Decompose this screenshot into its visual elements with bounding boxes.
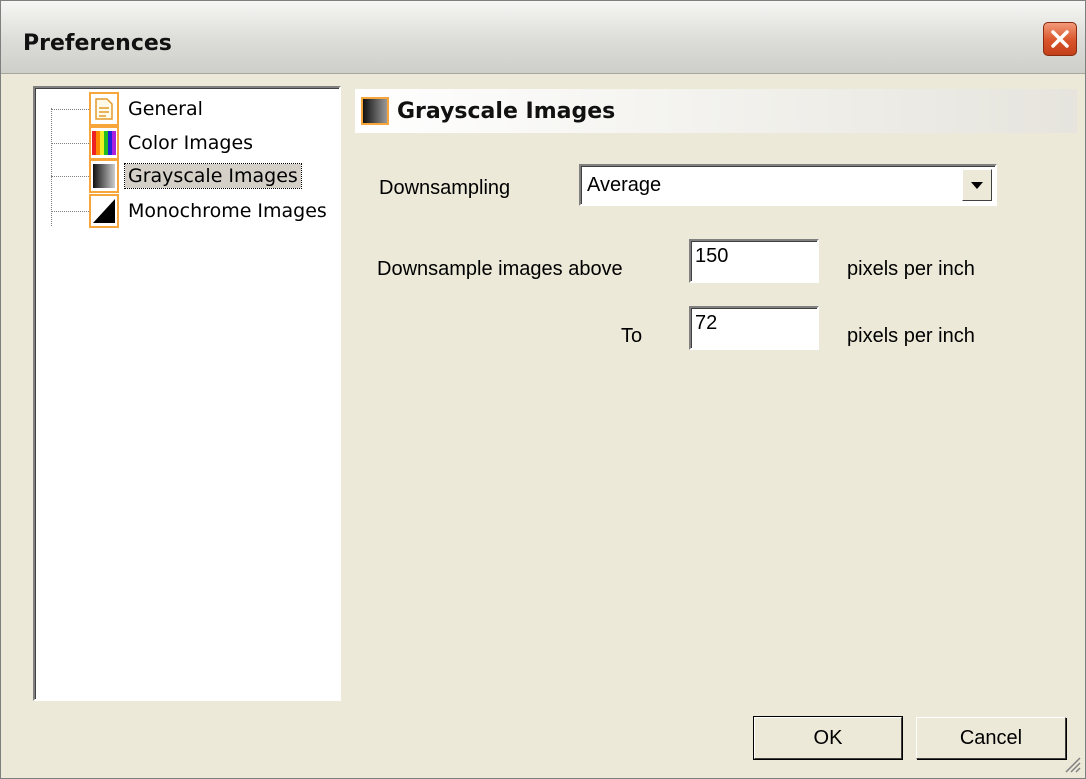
to-input[interactable] bbox=[695, 312, 813, 335]
panel-header: Grayscale Images bbox=[355, 89, 1077, 133]
tree-branch bbox=[51, 210, 89, 212]
downsample-above-label: Downsample images above bbox=[377, 258, 623, 280]
tree-branch bbox=[51, 175, 89, 177]
tree-branch bbox=[51, 108, 89, 110]
chevron-down-icon bbox=[971, 181, 983, 189]
tree-item-label: Grayscale Images bbox=[124, 163, 302, 189]
resize-grip-icon[interactable] bbox=[1061, 753, 1081, 773]
to-unit: pixels per inch bbox=[847, 325, 975, 347]
tree-branch bbox=[51, 142, 89, 144]
to-label: To bbox=[621, 325, 643, 347]
monochrome-icon bbox=[89, 194, 119, 228]
dropdown-button[interactable] bbox=[962, 169, 992, 201]
document-icon bbox=[89, 92, 119, 126]
downsample-above-field[interactable] bbox=[689, 239, 819, 283]
tree-item-color-images[interactable]: Color Images bbox=[51, 126, 256, 160]
downsample-above-unit: pixels per inch bbox=[847, 258, 975, 280]
title-bar[interactable]: Preferences bbox=[1, 1, 1085, 74]
tree-item-label: Color Images bbox=[128, 132, 254, 154]
tree-item-label: General bbox=[128, 98, 203, 120]
downsampling-value: Average bbox=[587, 174, 662, 196]
tree-item-monochrome-images[interactable]: Monochrome Images bbox=[51, 194, 330, 228]
grayscale-gradient-icon bbox=[89, 159, 119, 193]
ok-button[interactable]: OK bbox=[753, 716, 903, 760]
to-field[interactable] bbox=[689, 306, 819, 350]
grayscale-gradient-icon bbox=[361, 97, 389, 125]
color-bars-icon bbox=[89, 126, 119, 160]
downsampling-select[interactable]: Average bbox=[579, 164, 997, 206]
preferences-window: Preferences General Color Images Graysca… bbox=[0, 0, 1086, 779]
tree-item-label: Monochrome Images bbox=[128, 200, 327, 222]
downsampling-label: Downsampling bbox=[379, 177, 511, 199]
close-button[interactable] bbox=[1043, 22, 1077, 56]
panel-title: Grayscale Images bbox=[397, 98, 616, 124]
tree-item-general[interactable]: General bbox=[51, 92, 206, 126]
tree-item-grayscale-images[interactable]: Grayscale Images bbox=[51, 159, 302, 193]
downsample-above-input[interactable] bbox=[695, 245, 813, 268]
cancel-button[interactable]: Cancel bbox=[916, 717, 1066, 759]
window-title: Preferences bbox=[23, 31, 172, 56]
category-tree[interactable]: General Color Images Grayscale Images Mo… bbox=[33, 86, 341, 701]
close-icon bbox=[1051, 30, 1069, 48]
